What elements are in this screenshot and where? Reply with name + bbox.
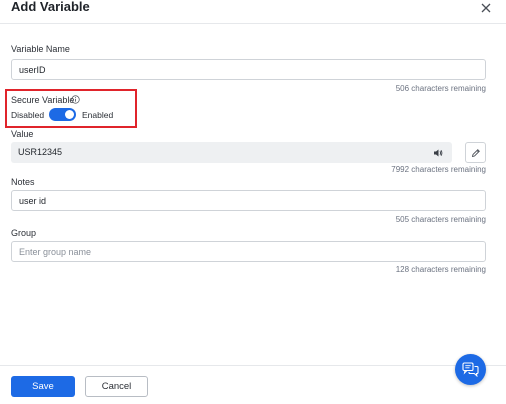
speaker-icon[interactable] — [433, 148, 443, 158]
dialog-footer: Save Cancel — [0, 365, 506, 404]
variable-name-hint: 506 characters remaining — [395, 84, 486, 93]
pencil-icon — [471, 149, 480, 158]
group-hint: 128 characters remaining — [395, 265, 486, 274]
variable-name-input[interactable] — [11, 59, 486, 80]
cancel-button[interactable]: Cancel — [85, 376, 148, 397]
info-icon — [71, 95, 80, 104]
variable-name-label: Variable Name — [11, 44, 70, 54]
save-button[interactable]: Save — [11, 376, 75, 397]
value-field[interactable]: USR12345 — [11, 142, 452, 163]
chat-button[interactable] — [455, 354, 486, 385]
notes-label: Notes — [11, 177, 35, 187]
dialog-title: Add Variable — [11, 0, 90, 14]
chat-icon — [462, 362, 479, 377]
edit-value-button[interactable] — [465, 142, 486, 163]
value-text: USR12345 — [18, 147, 63, 157]
notes-input[interactable] — [11, 190, 486, 211]
toggle-knob — [65, 110, 74, 119]
secure-variable-toggle[interactable] — [49, 108, 76, 121]
group-label: Group — [11, 228, 37, 238]
secure-off-label: Disabled — [11, 110, 45, 120]
close-icon[interactable] — [478, 0, 494, 16]
secure-variable-label: Secure Variable — [11, 95, 75, 105]
secure-on-label: Enabled — [82, 110, 114, 120]
value-hint: 7992 characters remaining — [391, 165, 486, 174]
value-label: Value — [11, 129, 34, 139]
dialog-header: Add Variable — [0, 0, 506, 24]
notes-hint: 505 characters remaining — [395, 215, 486, 224]
group-input[interactable] — [11, 241, 486, 262]
